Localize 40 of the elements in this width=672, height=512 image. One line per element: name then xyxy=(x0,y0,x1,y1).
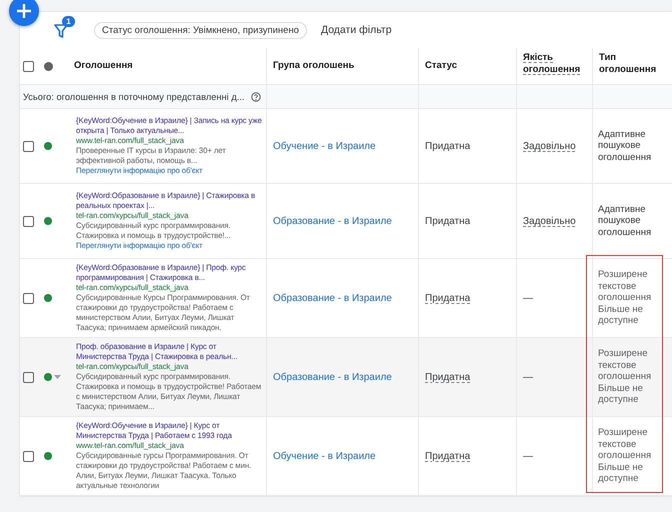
ad-type: Адаптивне пошукове оголошення xyxy=(597,128,652,164)
row-checkbox[interactable] xyxy=(23,216,34,226)
ad-status: Придатна xyxy=(425,292,470,304)
total-row-label: Усього: оголошення в поточному представленні д... xyxy=(23,92,245,102)
status-dot-icon xyxy=(44,62,53,70)
ad-quality: — xyxy=(523,450,533,462)
ad-group-link[interactable]: Образование - в Израиле xyxy=(273,292,392,304)
ad-group-link[interactable]: Образование - в Израиле xyxy=(273,372,392,382)
ad-quality: Задовільно xyxy=(523,216,576,226)
row-checkbox[interactable] xyxy=(23,140,34,152)
ad-status: Придатна xyxy=(425,450,470,462)
select-all-checkbox[interactable] xyxy=(23,60,34,72)
row-checkbox[interactable] xyxy=(23,450,34,462)
ad-group-link[interactable]: Образование - в Израиле xyxy=(273,216,392,226)
filter-icon[interactable] xyxy=(54,23,68,39)
ad-status: Придатна xyxy=(425,216,470,226)
ad-status: Придатна xyxy=(425,372,470,382)
ad-group-link[interactable]: Обучение - в Израиле xyxy=(273,140,376,152)
ad-type: Розширене текстове оголошення Більше не доступне xyxy=(597,269,652,327)
ad-group-link[interactable]: Обучение - в Израиле xyxy=(273,450,376,462)
add-button[interactable] xyxy=(9,0,39,26)
add-filter-button[interactable]: Додати фільтр xyxy=(320,22,392,38)
ad-status: Придатна xyxy=(425,140,470,152)
ad-quality: — xyxy=(523,372,533,382)
ad-quality: — xyxy=(523,292,533,304)
row-checkbox[interactable] xyxy=(23,372,34,382)
column-header[interactable]: Статус xyxy=(425,60,458,72)
help-icon xyxy=(250,92,261,102)
column-header[interactable]: Група оголошень xyxy=(273,60,354,72)
ad-type: Адаптивне пошукове оголошення xyxy=(597,204,652,238)
ad-type: Розширене текстове оголошення Більше не доступне xyxy=(597,348,652,406)
column-header[interactable]: Оголошення xyxy=(74,60,133,72)
ad-quality: Задовільно xyxy=(523,140,576,152)
row-checkbox[interactable] xyxy=(23,292,34,304)
plus-icon xyxy=(17,4,31,18)
ad-type: Розширене текстове оголошення Більше не доступне xyxy=(597,427,652,485)
filter-chip[interactable]: Статус оголошення: Увімкнено, призупинено xyxy=(94,22,307,38)
filter-count-badge: 1 xyxy=(62,16,75,27)
column-header[interactable]: Якість оголошення xyxy=(523,52,592,76)
column-header[interactable]: Тип оголошення xyxy=(599,52,666,76)
